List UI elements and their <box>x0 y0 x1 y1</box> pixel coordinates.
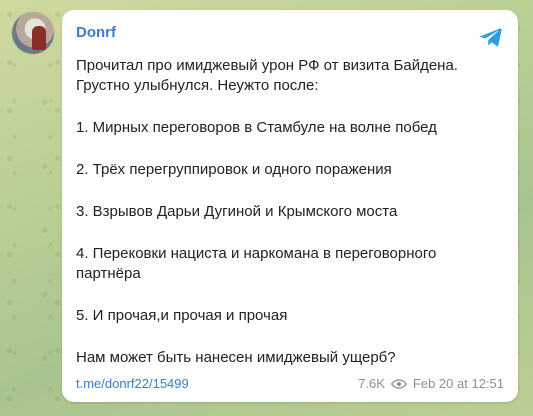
message-paragraph: 2. Трёх перегруппировок и одного поражен… <box>76 161 392 178</box>
message-paragraph: 1. Мирных переговоров в Стамбуле на волн… <box>76 119 437 136</box>
message-bubble: Donrf Прочитал про имиджевый урон РФ от … <box>62 10 518 402</box>
post-date: Feb 20 at 12:51 <box>412 376 504 391</box>
view-count: 7.6K <box>358 376 385 391</box>
eye-icon <box>390 378 407 389</box>
message-paragraph: 4. Перековки нациста и наркомана в перег… <box>76 245 441 282</box>
channel-name[interactable]: Donrf <box>76 24 504 42</box>
post-link[interactable]: t.me/donrf22/15499 <box>76 376 189 391</box>
message-text: Прочитал про имиджевый урон РФ от визита… <box>76 56 504 368</box>
message-paragraph: 3. Взрывов Дарьи Дугиной и Крымского мос… <box>76 203 398 220</box>
telegram-share-icon[interactable] <box>478 24 504 50</box>
message-paragraph: Нам может быть нанесен имиджевый ущерб? <box>76 349 396 366</box>
message-meta: 7.6K Feb 20 at 12:51 <box>358 376 504 391</box>
message-paragraph: Прочитал про имиджевый урон РФ от визита… <box>76 57 463 94</box>
message-footer: t.me/donrf22/15499 7.6K Feb 20 at 12:51 <box>76 376 504 391</box>
message-paragraph: 5. И прочая,и прочая и прочая <box>76 307 288 324</box>
channel-avatar[interactable] <box>12 12 54 54</box>
